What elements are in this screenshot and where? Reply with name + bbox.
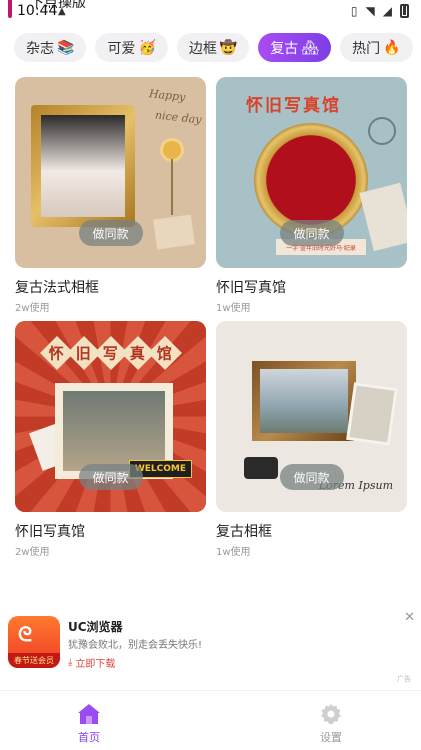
uc-browser-logo[interactable]: ᘓ 春节送会员 [8, 616, 60, 668]
ad-download-link[interactable]: ⤓ 立即下载 [68, 655, 115, 670]
status-bar: 下点操版 10:44 ▲ ▯ ◥ ◢ [0, 0, 421, 26]
tab-retro[interactable]: 复古 🏘 [258, 33, 332, 62]
tab-border[interactable]: 边框 🤠 [176, 33, 250, 62]
template-card[interactable]: Lorem Ipsum 做同款 复古相框 1w使用 [216, 321, 407, 558]
nav-settings[interactable]: 设置 [301, 703, 361, 745]
tab-magazine[interactable]: 杂志 📚 [14, 33, 87, 62]
gear-icon [320, 703, 342, 725]
card-usage: 1w使用 [216, 547, 251, 558]
card-title: 复古法式相框 [15, 280, 99, 296]
gilded-frame [31, 105, 135, 227]
template-thumbnail[interactable]: Lorem Ipsum 做同款 [216, 321, 407, 512]
card-usage: 2w使用 [15, 303, 50, 314]
party-face-icon: 🥳 [138, 39, 156, 56]
bottom-navigation: 首页 设置 [0, 690, 421, 750]
template-thumbnail[interactable]: 怀 旧 写 真 馆 WELCOME 做同款 [15, 321, 206, 512]
card-title: 怀旧写真馆 [216, 280, 286, 296]
card-usage: 2w使用 [15, 547, 50, 558]
tab-popular[interactable]: 热门 🔥 [340, 33, 413, 62]
fire-icon: 🔥 [383, 39, 401, 56]
ad-banner[interactable]: ᘓ 春节送会员 UC浏览器 犹豫会败北，别走会丢失快乐! ⤓ 立即下载 ✕ 广告 [0, 608, 421, 683]
tab-label: 复古 [270, 40, 299, 57]
category-tabs: 杂志 📚 可爱 🥳 边框 🤠 复古 🏘 热门 🔥 [14, 33, 413, 62]
paper-note [153, 214, 195, 250]
tab-cute[interactable]: 可爱 🥳 [95, 33, 168, 62]
card-usage: 1w使用 [216, 303, 251, 314]
script-text: nice day [154, 108, 203, 127]
template-card[interactable]: 怀 旧 写 真 馆 WELCOME 做同款 怀旧写真馆 2w使用 [15, 321, 206, 558]
books-icon: 📚 [57, 39, 75, 56]
ticket-decoration [359, 182, 407, 252]
car-photo [260, 369, 348, 433]
tab-label: 可爱 [107, 40, 136, 57]
nav-label: 首页 [78, 731, 100, 744]
snapshot-decoration [346, 382, 398, 446]
wifi-icon: ◥ [365, 4, 375, 18]
template-card[interactable]: Happy nice day 做同款 复古法式相框 2w使用 [15, 77, 206, 314]
art-title: 怀 旧 写 真 馆 [40, 336, 182, 370]
template-thumbnail[interactable]: Happy nice day 做同款 [15, 77, 206, 268]
template-thumbnail[interactable]: 怀旧写真馆 一字·宣年旧时光好马·纪录 做同款 [216, 77, 407, 268]
make-same-button[interactable]: 做同款 [279, 464, 344, 490]
bride-photo [41, 115, 125, 217]
card-title: 怀旧写真馆 [15, 524, 85, 540]
make-same-button[interactable]: 做同款 [78, 220, 143, 246]
signal-icon: ◢ [382, 4, 392, 18]
script-text: Happy [148, 87, 187, 104]
download-label: 立即下载 [75, 659, 116, 670]
flower-decoration [163, 141, 181, 159]
tab-label: 边框 [188, 40, 217, 57]
houses-icon: 🏘 [301, 39, 320, 56]
notification-icon: ▲ [58, 6, 66, 17]
home-icon [77, 703, 101, 725]
close-icon[interactable]: ✕ [404, 610, 415, 625]
status-time: 10:44 [17, 3, 58, 19]
make-same-button[interactable]: 做同款 [78, 464, 143, 490]
ad-tag: 广告 [397, 675, 411, 683]
make-same-button[interactable]: 做同款 [279, 220, 344, 246]
logo-ribbon: 春节送会员 [8, 653, 60, 668]
card-title: 复古相框 [216, 524, 272, 540]
stamp-decoration [368, 117, 396, 145]
cowboy-face-icon: 🤠 [219, 39, 238, 56]
ad-app-name[interactable]: UC浏览器 [68, 618, 123, 635]
nav-label: 设置 [320, 731, 342, 744]
battery-icon [400, 4, 409, 18]
ad-subtitle: 犹豫会败北，别走会丢失快乐! [68, 640, 203, 651]
template-card[interactable]: 怀旧写真馆 一字·宣年旧时光好马·纪录 做同款 怀旧写真馆 1w使用 [216, 77, 407, 314]
projector-icon [244, 457, 278, 479]
download-icon: ⤓ [68, 657, 73, 668]
uc-logo-mark: ᘓ [18, 622, 33, 646]
wooden-frame [252, 361, 356, 441]
nav-home[interactable]: 首页 [59, 703, 119, 745]
status-accent-line [8, 0, 12, 18]
vibrate-icon: ▯ [350, 4, 358, 18]
flower-stem [171, 159, 173, 215]
art-title: 怀旧写真馆 [246, 96, 341, 116]
tab-label: 热门 [352, 40, 381, 57]
status-icons: ▯ ◥ ◢ [351, 4, 409, 18]
tab-label: 杂志 [26, 40, 54, 57]
